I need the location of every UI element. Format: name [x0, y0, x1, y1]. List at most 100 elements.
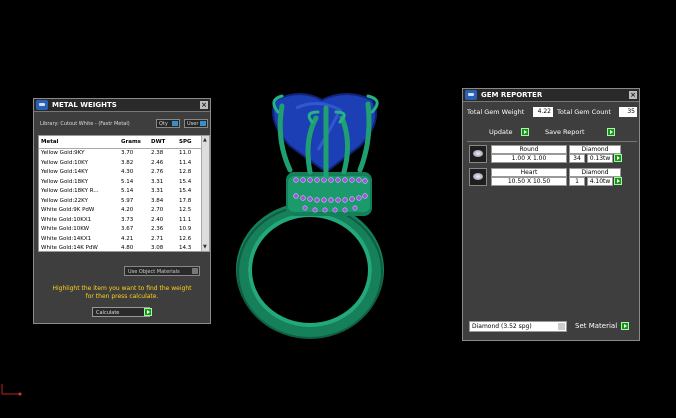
total-gem-weight-label: Total Gem Weight	[467, 108, 525, 116]
table-row[interactable]: White Gold:14K PdW 4.80 3.08 14.3	[39, 244, 209, 251]
scroll-down-icon[interactable]: ▼	[203, 244, 207, 250]
divider	[467, 141, 637, 142]
gem-shape: Round	[491, 145, 567, 154]
total-gem-count-value: 35	[619, 107, 637, 117]
grams-cell: 4.21	[121, 235, 134, 242]
spg-cell: 15.4	[179, 178, 192, 185]
grams-cell: 4.80	[121, 245, 134, 251]
column-header-metal[interactable]: Metal	[39, 136, 121, 148]
spg-cell: 11.0	[179, 150, 192, 156]
save-report-button[interactable]	[607, 128, 615, 136]
update-button[interactable]	[521, 128, 529, 136]
gem-entry-heart[interactable]: Heart Diamond 10.50 X 10.50 1 4.10tw	[469, 168, 637, 188]
material-select[interactable]: Diamond (3.52 spg)	[469, 321, 567, 332]
use-object-materials-dropdown[interactable]: Use Object Materials	[124, 266, 200, 276]
grams-cell: 5.97	[121, 197, 134, 204]
round-gem-icon	[469, 145, 487, 163]
total-gem-count-label: Total Gem Count	[557, 108, 611, 116]
table-row[interactable]: White Gold:14KX1 4.21 2.71 12.6	[39, 235, 209, 245]
close-icon[interactable]: ×	[629, 91, 637, 99]
user-toggle[interactable]: User	[184, 119, 208, 128]
instruction-line-1: Highlight the item you want to find the …	[52, 285, 192, 292]
save-report-label: Save Report	[545, 128, 585, 136]
metal-weights-titlebar[interactable]: METAL WEIGHTS ×	[34, 99, 210, 112]
table-row[interactable]: Yellow Gold:10KY 3.82 2.46 11.4	[39, 159, 209, 169]
axis-gizmo-icon	[1, 384, 22, 396]
close-icon[interactable]: ×	[200, 101, 208, 109]
metal-cell: Yellow Gold:14KY	[41, 169, 88, 175]
metal-weights-panel: METAL WEIGHTS × Library: Cutout White - …	[33, 98, 211, 324]
table-body: Yellow Gold:9KY 3.70 2.38 11.0 Yellow Gold:1…	[39, 149, 209, 251]
column-header-dwt[interactable]: DWT	[151, 136, 179, 148]
spg-cell: 11.1	[179, 216, 192, 223]
dwt-cell: 2.38	[151, 150, 164, 156]
metal-cell: Yellow Gold:10KY	[41, 159, 88, 166]
column-header-spg[interactable]: SPG	[179, 136, 203, 148]
dropdown-arrow-icon	[558, 323, 565, 330]
scroll-up-icon[interactable]: ▲	[203, 137, 207, 143]
gem-reporter-title: GEM REPORTER	[481, 91, 543, 99]
metal-table[interactable]: Metal Grams DWT SPG Yellow Gold:9KY 3.70 2…	[38, 135, 210, 252]
table-row[interactable]: Yellow Gold:14KY 4.30 2.76 12.8	[39, 168, 209, 178]
metal-cell: Yellow Gold:18KY	[41, 178, 88, 185]
calculate-button[interactable]	[144, 308, 152, 316]
gem-reporter-titlebar[interactable]: GEM REPORTER ×	[463, 89, 639, 102]
gem-weight: 0.13tw	[587, 154, 613, 163]
metal-weights-title: METAL WEIGHTS	[52, 101, 117, 109]
grams-cell: 3.82	[121, 159, 134, 166]
checkbox-icon	[200, 121, 206, 126]
calculate-field[interactable]: Calculate	[92, 307, 150, 317]
gem-select-button[interactable]	[614, 154, 622, 162]
set-material-label: Set Material	[575, 322, 618, 330]
dwt-cell: 3.31	[151, 188, 164, 194]
spg-cell: 10.9	[179, 226, 192, 232]
metal-cell: Yellow Gold:18KY R...	[41, 188, 99, 194]
dwt-cell: 2.70	[151, 207, 164, 213]
scrollbar[interactable]: ▲ ▼	[201, 136, 209, 251]
gem-shape: Heart	[491, 168, 567, 177]
table-row[interactable]: White Gold:10KW 3.67 2.36 10.9	[39, 225, 209, 235]
metal-cell: White Gold:14KX1	[41, 235, 92, 242]
gem-select-button[interactable]	[614, 177, 622, 185]
instruction-line-2: for then press calculate.	[85, 293, 159, 300]
gem-count: 1	[569, 177, 585, 186]
table-row[interactable]: Yellow Gold:9KY 3.70 2.38 11.0	[39, 149, 209, 159]
user-label: User	[187, 121, 199, 127]
gem-size: 1.00 X 1.00	[491, 154, 567, 163]
gem-count: 34	[569, 154, 585, 163]
dwt-cell: 2.46	[151, 159, 164, 166]
update-label: Update	[489, 128, 513, 136]
qty-label: Qty	[159, 121, 168, 127]
table-row[interactable]: White Gold:9K PdW 4.20 2.70 12.5	[39, 206, 209, 216]
material-select-value: Diamond (3.52 spg)	[472, 323, 532, 330]
dwt-cell: 2.36	[151, 226, 164, 232]
dwt-cell: 2.76	[151, 169, 164, 175]
grams-cell: 3.73	[121, 216, 134, 223]
spg-cell: 17.8	[179, 197, 192, 204]
gem-size: 10.50 X 10.50	[491, 177, 567, 186]
dwt-cell: 3.84	[151, 197, 164, 204]
metal-cell: White Gold:14K PdW	[41, 245, 98, 251]
table-row[interactable]: Yellow Gold:22KY 5.97 3.84 17.8	[39, 197, 209, 207]
metal-cell: White Gold:10KW	[41, 226, 90, 232]
ring-model[interactable]	[236, 93, 384, 339]
metal-cell: Yellow Gold:9KY	[41, 150, 85, 156]
heart-gem-icon	[469, 168, 487, 186]
gem-reporter-panel: GEM REPORTER × Total Gem Weight 4.22 Tot…	[462, 88, 640, 341]
dropdown-arrow-icon	[192, 268, 198, 274]
table-row[interactable]: White Gold:10KX1 3.73 2.40 11.1	[39, 216, 209, 226]
spg-cell: 11.4	[179, 159, 192, 166]
gem-material: Diamond	[569, 168, 621, 177]
table-row[interactable]: Yellow Gold:18KY R... 5.14 3.31 15.4	[39, 187, 209, 197]
gem-entry-round[interactable]: Round Diamond 1.00 X 1.00 34 0.13tw	[469, 145, 637, 165]
spg-cell: 14.3	[179, 245, 192, 251]
grams-cell: 4.20	[121, 207, 134, 213]
table-row[interactable]: Yellow Gold:18KY 5.14 3.31 15.4	[39, 178, 209, 188]
set-material-button[interactable]	[621, 322, 629, 330]
qty-toggle[interactable]: Qty	[156, 119, 180, 128]
column-header-grams[interactable]: Grams	[121, 136, 151, 148]
gem-material: Diamond	[569, 145, 621, 154]
spg-cell: 15.4	[179, 188, 192, 194]
grams-cell: 4.30	[121, 169, 134, 175]
dwt-cell: 2.71	[151, 235, 164, 242]
